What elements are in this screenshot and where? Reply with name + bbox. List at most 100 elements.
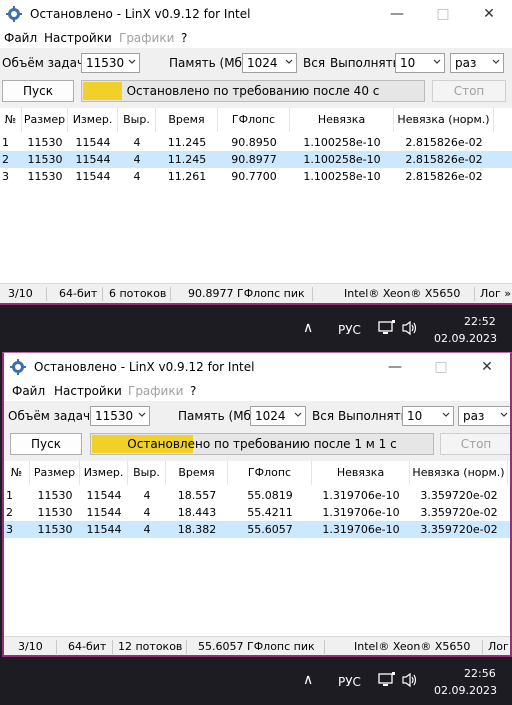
table-cell: 3.359720e-02 (420, 523, 498, 536)
problem-size-value: 11530 (86, 56, 125, 70)
column-header[interactable]: Размер (30, 461, 80, 485)
close-icon[interactable]: ✕ (464, 353, 510, 381)
clock-date[interactable]: 02.09.2023 (434, 332, 497, 345)
column-header[interactable]: Время (166, 461, 228, 485)
run-unit-select[interactable]: раз (458, 406, 510, 426)
column-header[interactable]: ГФлопс (218, 108, 290, 132)
column-header[interactable]: Невязка (норм.) (410, 461, 508, 485)
status-separator (102, 287, 103, 301)
column-header[interactable]: Невязка (312, 461, 410, 485)
menu-help[interactable]: ? (181, 31, 187, 45)
table-cell: 55.4211 (247, 506, 293, 519)
all-memory-label[interactable]: Вся (303, 56, 325, 70)
chevron-up-icon[interactable]: ∧ (303, 672, 313, 688)
table-cell: 11544 (86, 506, 122, 519)
language-indicator[interactable]: РУС (338, 323, 361, 337)
problem-size-select[interactable]: 11530 (81, 53, 140, 73)
title-bar[interactable]: Остановлено - LinX v0.9.12 for Intel — □… (0, 0, 512, 28)
close-icon[interactable]: ✕ (466, 0, 512, 28)
menu-graphs: Графики (119, 31, 175, 45)
status-progress-count: 3/10 (18, 640, 43, 653)
maximize-icon[interactable]: □ (418, 353, 464, 381)
maximize-icon[interactable]: □ (420, 0, 466, 28)
display-icon[interactable] (378, 320, 396, 339)
column-header[interactable]: Выр. (128, 461, 166, 485)
run-count-value: 10 (407, 409, 423, 423)
status-bitness: 64-бит (59, 287, 98, 300)
menu-help[interactable]: ? (190, 384, 196, 398)
language-indicator[interactable]: РУС (338, 675, 361, 689)
column-header[interactable]: Измер. (80, 461, 128, 485)
table-cell: 3 (6, 523, 13, 536)
all-memory-label[interactable]: Вся (312, 409, 334, 423)
column-header[interactable]: Время (156, 108, 218, 132)
table-row[interactable]: 3 11530 11544 4 18.382 55.6057 1.319706e-10 3.3… (4, 521, 510, 538)
column-header[interactable]: ГФлопс (228, 461, 312, 485)
stop-button: Стоп (440, 433, 510, 455)
log-toggle[interactable]: Лог » (480, 287, 511, 300)
menu-settings[interactable]: Настройки (54, 384, 122, 398)
log-toggle[interactable]: Лог » (488, 640, 510, 653)
column-header[interactable]: Измер. (68, 108, 118, 132)
minimize-icon[interactable]: — (374, 0, 420, 28)
problem-size-value: 11530 (95, 409, 134, 423)
table-row[interactable]: 2 11530 11544 4 18.443 55.4211 1.319706e-10 3.3… (4, 504, 510, 521)
status-cpu: Intel® Xeon® X5650 (344, 287, 461, 300)
table-row[interactable]: 1 11530 11544 4 18.557 55.0819 1.319706e-10 3.3… (4, 487, 510, 504)
run-unit-select[interactable]: раз (450, 53, 504, 73)
title-bar[interactable]: Остановлено - LinX v0.9.12 for Intel — □… (4, 353, 510, 381)
table-cell: 18.382 (177, 523, 217, 536)
table-cell: 4 (143, 506, 151, 519)
menu-settings[interactable]: Настройки (44, 31, 112, 45)
table-cell: 2 (6, 506, 13, 519)
status-progress-bar: Остановлено по требованию после 40 с (81, 80, 425, 102)
clock-time[interactable]: 22:52 (464, 315, 496, 328)
display-icon[interactable] (378, 672, 396, 691)
run-count-select[interactable]: 10 (395, 53, 445, 73)
problem-size-select[interactable]: 11530 (90, 406, 150, 426)
table-cell: 11544 (75, 170, 111, 183)
table-cell: 90.7700 (231, 170, 277, 183)
speaker-icon[interactable] (401, 672, 419, 691)
start-button[interactable]: Пуск (10, 433, 82, 455)
memory-select[interactable]: 1024 (250, 406, 306, 426)
chevron-down-icon (492, 59, 500, 64)
table-cell: 1.100258e-10 (303, 170, 381, 183)
column-header[interactable]: № (0, 108, 22, 132)
table-cell: 4 (133, 136, 141, 149)
table-row[interactable]: 2 11530 11544 4 11.245 90.8977 1.100258e-10 2.8… (0, 151, 512, 168)
clock-date[interactable]: 02.09.2023 (434, 684, 497, 697)
table-row[interactable]: 3 11530 11544 4 11.261 90.7700 1.100258e-10 2.8… (0, 168, 512, 185)
table-cell: 11530 (37, 523, 73, 536)
table-cell: 3 (2, 170, 9, 183)
minimize-icon[interactable]: — (372, 353, 418, 381)
linx-app-icon (6, 6, 22, 22)
status-bitness: 64-бит (68, 640, 107, 653)
speaker-icon[interactable] (401, 320, 419, 339)
table-cell: 11530 (27, 153, 63, 166)
table-cell: 11530 (27, 136, 63, 149)
memory-select[interactable]: 1024 (242, 53, 297, 73)
column-header[interactable]: Невязка (290, 108, 394, 132)
table-row[interactable]: 1 11530 11544 4 11.245 90.8950 1.100258e-10 2.8… (0, 134, 512, 151)
start-button[interactable]: Пуск (2, 80, 74, 102)
table-cell: 4 (133, 170, 141, 183)
memory-label: Память (Мб): (169, 56, 251, 70)
menu-file[interactable]: Файл (12, 384, 45, 398)
menu-file[interactable]: Файл (4, 31, 37, 45)
chevron-up-icon[interactable]: ∧ (303, 320, 313, 336)
status-separator (312, 287, 313, 301)
column-header[interactable]: Выр. (118, 108, 156, 132)
clock-time[interactable]: 22:56 (464, 667, 496, 680)
table-cell: 1 (2, 136, 9, 149)
table-cell: 90.8977 (231, 153, 277, 166)
column-header[interactable]: Размер (22, 108, 68, 132)
column-header[interactable]: № (4, 461, 30, 485)
status-bar: 3/10 64-бит 6 потоков 90.8977 ГФлопс пик… (0, 283, 512, 303)
run-unit-value: раз (463, 409, 485, 423)
status-text: Остановлено по требованию после 1 м 1 с (127, 437, 397, 451)
status-separator (56, 640, 57, 654)
problem-size-label: Объём задачи: (8, 409, 102, 423)
run-count-select[interactable]: 10 (402, 406, 454, 426)
column-header[interactable]: Невязка (норм.) (394, 108, 494, 132)
